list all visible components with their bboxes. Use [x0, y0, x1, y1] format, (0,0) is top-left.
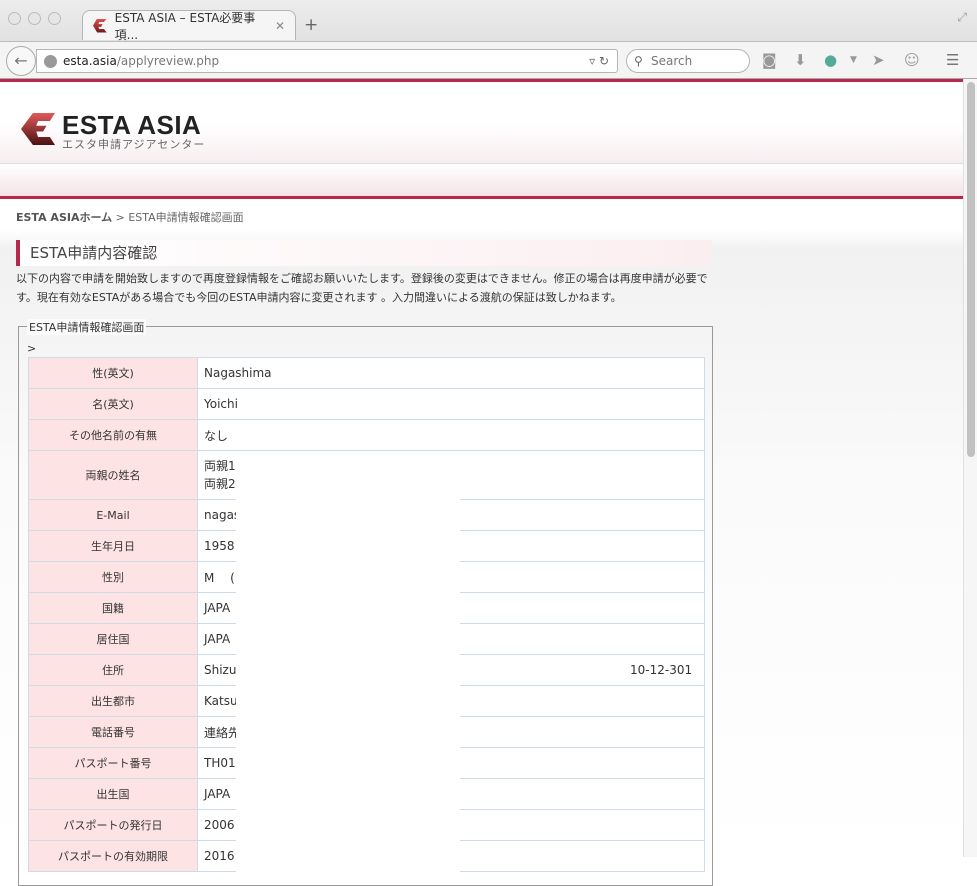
scrollbar[interactable]	[963, 79, 977, 857]
new-tab-button[interactable]: +	[304, 15, 318, 35]
download-icon[interactable]: ⬇	[794, 51, 807, 69]
search-placeholder: Search	[651, 54, 693, 68]
row-value: 2016	[204, 849, 235, 863]
logo-subtitle: エスタ申請アジアセンター	[62, 138, 206, 151]
row-value: 1958	[204, 539, 235, 553]
row-label: 生年月日	[28, 530, 198, 562]
row-value: 2006	[204, 818, 235, 832]
url-domain: esta.asia	[63, 54, 117, 68]
breadcrumb-separator: >	[112, 211, 129, 224]
menu-icon[interactable]: ☰	[946, 51, 959, 69]
row-value: Yoichi	[204, 397, 238, 411]
row-value-right: 10-12-301	[630, 663, 693, 677]
browser-tab[interactable]: ESTA ASIA – ESTA必要事項... ✕	[82, 10, 296, 42]
table-row: その他名前の有無 なし	[28, 419, 705, 451]
table-row: 名(英文) Yoichi	[28, 388, 705, 420]
redaction-box	[236, 455, 460, 875]
minimize-window-button[interactable]	[28, 12, 41, 25]
page: ESTA ASIA エスタ申請アジアセンター ESTA ASIAホーム > ES…	[0, 79, 963, 886]
row-label: E-Mail	[28, 499, 198, 531]
row-label: 両親の姓名	[28, 450, 198, 500]
url-bar[interactable]: esta.asia/applyreview.php ▿ ↻	[36, 49, 618, 73]
row-label: 国籍	[28, 592, 198, 624]
close-window-button[interactable]	[8, 12, 21, 25]
row-value: Katsu	[204, 694, 238, 708]
send-icon[interactable]: ➤	[872, 51, 885, 69]
breadcrumb: ESTA ASIAホーム > ESTA申請情報確認画面	[16, 209, 244, 225]
favicon-icon	[93, 18, 107, 33]
row-label: 名(英文)	[28, 388, 198, 420]
logo-icon[interactable]	[21, 113, 55, 145]
intro-text: 以下の内容で申請を開始致しますので再度登録情報をご確認お願いいたします。登録後の…	[16, 272, 708, 304]
close-tab-icon[interactable]: ✕	[275, 19, 285, 33]
globe-icon	[44, 55, 57, 68]
row-label: 出生国	[28, 778, 198, 810]
row-value: 連絡先	[204, 725, 241, 740]
row-value-cell: なし	[197, 419, 705, 451]
breadcrumb-home[interactable]: ESTA ASIAホーム	[16, 211, 112, 224]
row-label: 住所	[28, 654, 198, 686]
scrollbar-thumb[interactable]	[967, 82, 975, 457]
browser-toolbar: ESTA ASIA – ESTA必要事項... ✕ + ⤢ ← esta.asia…	[0, 0, 977, 79]
row-value-2: 両親2	[204, 477, 236, 491]
row-value: Nagashima	[204, 366, 272, 380]
row-value: JAPA	[204, 632, 231, 646]
tab-title: ESTA ASIA – ESTA必要事項...	[114, 10, 256, 42]
row-label: 性別	[28, 561, 198, 593]
row-value: Shizu	[204, 663, 237, 677]
row-label: 電話番号	[28, 716, 198, 748]
search-input[interactable]: ⚲ Search	[626, 49, 750, 73]
row-label: 居住国	[28, 623, 198, 655]
extension-icon[interactable]: ●	[824, 51, 837, 69]
search-icon: ⚲	[634, 54, 643, 68]
row-value: M (	[204, 570, 235, 585]
site-header: ESTA ASIA エスタ申請アジアセンター	[0, 82, 963, 164]
extension-dropdown-icon[interactable]: ▼	[850, 55, 857, 65]
chat-icon[interactable]: ☺	[904, 51, 920, 69]
row-label: 出生都市	[28, 685, 198, 717]
row-label: その他名前の有無	[28, 419, 198, 451]
stray-text: >	[27, 342, 37, 355]
row-value-cell: Nagashima	[197, 357, 705, 389]
row-value: JAPA	[204, 787, 231, 801]
fullscreen-icon[interactable]: ⤢	[957, 10, 967, 25]
row-value: TH01	[204, 756, 236, 770]
row-label: 性(英文)	[28, 357, 198, 389]
back-button[interactable]: ←	[6, 46, 36, 76]
row-value: なし	[204, 428, 229, 443]
fieldset-legend: ESTA申請情報確認画面	[27, 319, 147, 335]
row-label: パスポートの発行日	[28, 809, 198, 841]
row-label: パスポートの有効期限	[28, 840, 198, 872]
page-title: ESTA申請内容確認	[16, 240, 712, 266]
row-value: nagas	[204, 508, 241, 522]
row-value: JAPA	[204, 601, 231, 615]
table-row: 性(英文) Nagashima	[28, 357, 705, 389]
reload-icon[interactable]: ↻	[599, 54, 609, 68]
nav-band	[0, 164, 963, 199]
row-value-cell: Yoichi	[197, 388, 705, 420]
url-path: /applyreview.php	[116, 54, 220, 68]
dropdown-icon[interactable]: ▿	[589, 54, 595, 68]
pocket-icon[interactable]: ◙	[762, 51, 777, 69]
breadcrumb-current: ESTA申請情報確認画面	[128, 211, 244, 224]
row-label: パスポート番号	[28, 747, 198, 779]
row-value: 両親1	[204, 459, 236, 473]
zoom-window-button[interactable]	[48, 12, 61, 25]
